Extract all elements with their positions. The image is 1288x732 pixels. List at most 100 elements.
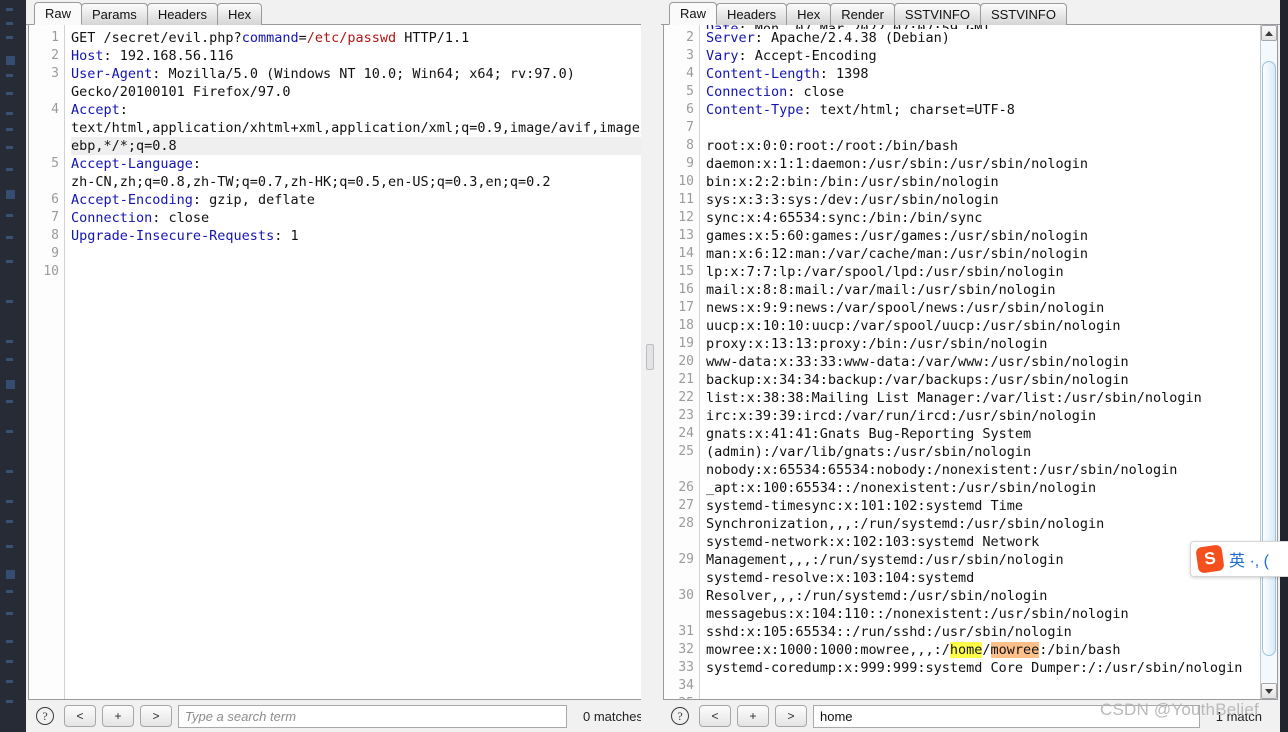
line-number: 3 bbox=[686, 48, 694, 63]
line-number: 26 bbox=[678, 480, 694, 495]
code-line: systemd-timesync:x:101:102:systemd Time bbox=[706, 498, 1023, 514]
request-search-input[interactable] bbox=[178, 704, 568, 728]
background-artifact bbox=[6, 612, 13, 615]
ime-mode-label[interactable]: 英 ·, ( bbox=[1229, 547, 1269, 571]
search-prev-button[interactable]: < bbox=[64, 705, 96, 727]
background-artifact bbox=[6, 520, 13, 523]
background-artifact bbox=[6, 358, 13, 361]
background-artifact bbox=[6, 236, 13, 239]
line-number: 18 bbox=[678, 318, 694, 333]
tab-sstvinfo-2[interactable]: SSTVINFO bbox=[979, 3, 1067, 25]
line-number: 11 bbox=[678, 192, 694, 207]
code-line: zh-CN,zh;q=0.8,zh-TW;q=0.7,zh-HK;q=0.5,e… bbox=[71, 174, 551, 190]
line-number: 28 bbox=[678, 516, 694, 531]
background-artifact bbox=[6, 92, 13, 95]
response-panel: Raw Headers Hex Render SSTVINFO SSTVINFO 2345… bbox=[661, 0, 1280, 732]
tab-raw[interactable]: Raw bbox=[669, 2, 718, 25]
line-number: 8 bbox=[51, 228, 59, 243]
line-number: 1 bbox=[51, 30, 59, 45]
tab-sstvinfo[interactable]: SSTVINFO bbox=[893, 3, 981, 25]
line-number: 7 bbox=[686, 120, 694, 135]
line-number: 23 bbox=[678, 408, 694, 423]
line-number: 19 bbox=[678, 336, 694, 351]
response-search-bar: ? < + > 1 match bbox=[661, 700, 1280, 732]
tab-headers[interactable]: Headers bbox=[716, 3, 788, 25]
background-artifact bbox=[6, 590, 13, 593]
background-artifact bbox=[6, 680, 13, 683]
line-number: 17 bbox=[678, 300, 694, 315]
line-number bbox=[29, 83, 64, 101]
splitter-grip-handle[interactable] bbox=[646, 344, 654, 370]
line-number: 5 bbox=[51, 156, 59, 171]
sogou-logo-icon: S bbox=[1195, 544, 1225, 574]
tab-render[interactable]: Render bbox=[830, 3, 895, 25]
panel-splitter[interactable] bbox=[641, 0, 661, 732]
code-line: Content-Type: text/html; charset=UTF-8 bbox=[706, 102, 1015, 118]
response-search-input[interactable] bbox=[813, 704, 1200, 728]
search-next-button[interactable]: > bbox=[140, 705, 172, 727]
line-number: 4 bbox=[686, 66, 694, 81]
request-search-bar: ? < + > 0 matches bbox=[26, 700, 661, 732]
tab-raw[interactable]: Raw bbox=[34, 2, 83, 25]
search-highlight-secondary: mowree bbox=[990, 642, 1040, 658]
search-prev-button[interactable]: < bbox=[699, 705, 731, 727]
line-number: 4 bbox=[51, 102, 59, 117]
search-add-button[interactable]: + bbox=[737, 705, 769, 727]
response-line-numbers: 2 3 4 5 6 7 8 9 10 11 12 13 14 15 16 17 18 19 20 21 22 23 24 25… bbox=[664, 25, 700, 699]
response-tabbar: Raw Headers Hex Render SSTVINFO SSTVINFO bbox=[661, 0, 1280, 25]
background-artifact bbox=[6, 74, 13, 77]
background-artifact bbox=[6, 300, 13, 303]
line-number: 10 bbox=[43, 264, 59, 279]
background-artifact bbox=[6, 545, 13, 548]
background-artifact bbox=[6, 470, 13, 473]
code-line: text/html,application/xhtml+xml,applicat… bbox=[71, 120, 657, 136]
tab-hex[interactable]: Hex bbox=[216, 3, 263, 25]
tab-params[interactable]: Params bbox=[81, 3, 148, 25]
scroll-down-arrow-icon[interactable] bbox=[1261, 683, 1277, 699]
line-number bbox=[664, 569, 699, 587]
response-code-area[interactable]: Date: Mon, 07 Mar 2022 07:07:59 GMTServe… bbox=[700, 25, 1277, 699]
code-line: list:x:38:38:Mailing List Manager:/var/l… bbox=[706, 390, 1202, 406]
code-line: news:x:9:9:news:/var/spool/news:/usr/sbi… bbox=[706, 300, 1105, 316]
desktop-background-strip bbox=[0, 0, 26, 732]
background-artifact bbox=[6, 112, 13, 115]
scroll-up-arrow-icon[interactable] bbox=[1261, 25, 1277, 41]
sogou-ime-floating-bar[interactable]: S 英 ·, ( bbox=[1190, 541, 1288, 577]
code-line: sshd:x:105:65534::/run/sshd:/usr/sbin/no… bbox=[706, 624, 1072, 640]
line-number: 2 bbox=[686, 30, 694, 45]
line-number: 2 bbox=[51, 48, 59, 63]
background-artifact bbox=[6, 56, 15, 65]
code-line: systemd-coredump:x:999:999:systemd Core … bbox=[706, 660, 1243, 676]
tab-headers[interactable]: Headers bbox=[146, 3, 218, 25]
background-artifact bbox=[6, 260, 13, 263]
line-number: 16 bbox=[678, 282, 694, 297]
tab-hex[interactable]: Hex bbox=[786, 3, 832, 25]
help-icon[interactable]: ? bbox=[671, 707, 689, 725]
line-number: 10 bbox=[678, 174, 694, 189]
response-editor[interactable]: 2 3 4 5 6 7 8 9 10 11 12 13 14 15 16 17 18 19 20 21 22 23 24 25… bbox=[663, 25, 1278, 700]
code-line: Content-Length: 1398 bbox=[706, 66, 869, 82]
search-add-button[interactable]: + bbox=[102, 705, 134, 727]
response-vertical-scrollbar[interactable] bbox=[1260, 25, 1277, 699]
request-code-area[interactable]: GET /secret/evil.php?command=/etc/passwd… bbox=[65, 25, 658, 699]
background-artifact bbox=[6, 22, 13, 25]
code-line: mail:x:8:8:mail:/var/mail:/usr/sbin/nolo… bbox=[706, 282, 1056, 298]
code-line: Server: Apache/2.4.38 (Debian) bbox=[706, 30, 950, 46]
search-next-button[interactable]: > bbox=[775, 705, 807, 727]
background-artifact bbox=[6, 400, 13, 403]
request-editor[interactable]: 1 2 3 4 5 6 7 8 9 10 GET /secret/evil.php?comm… bbox=[28, 25, 659, 700]
burp-suite-window: Raw Params Headers Hex 123 4 5 6 7 8 9 10 GET /… bbox=[0, 0, 1288, 732]
code-line: ebp,*/*;q=0.8 bbox=[71, 137, 658, 155]
code-line: Accept-Encoding: gzip, deflate bbox=[71, 192, 315, 208]
code-line: man:x:6:12:man:/var/cache/man:/usr/sbin/… bbox=[706, 246, 1089, 262]
help-icon[interactable]: ? bbox=[36, 707, 54, 725]
line-number: 34 bbox=[678, 678, 694, 693]
background-artifact bbox=[6, 640, 13, 643]
code-line: gnats:x:41:41:Gnats Bug-Reporting System bbox=[706, 426, 1032, 442]
code-line: Accept-Language: bbox=[71, 156, 202, 172]
background-artifact bbox=[6, 660, 13, 663]
code-line: Upgrade-Insecure-Requests: 1 bbox=[71, 228, 299, 244]
line-number: 27 bbox=[678, 498, 694, 513]
code-line: backup:x:34:34:backup:/var/backups:/usr/… bbox=[706, 372, 1129, 388]
